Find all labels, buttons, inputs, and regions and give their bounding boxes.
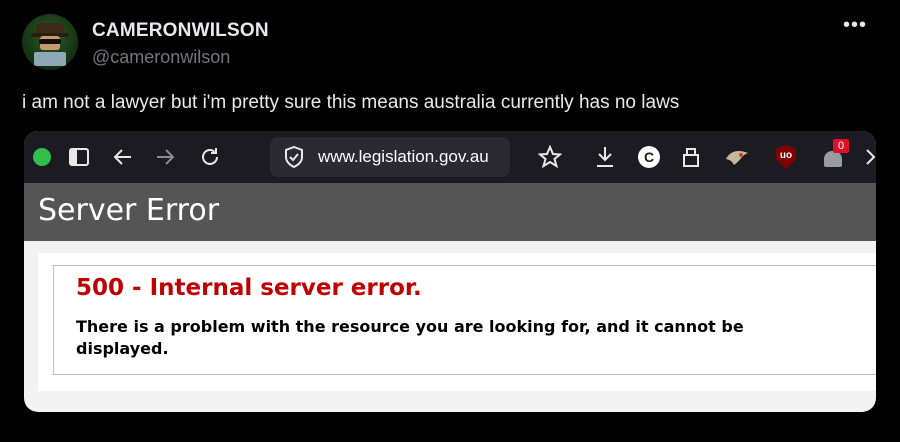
avatar-laptop — [34, 52, 66, 66]
ublock-icon[interactable]: uo — [776, 145, 796, 169]
sidebar-toggle-icon[interactable] — [68, 146, 90, 168]
browser-toolbar: www.legislation.gov.au C uo 0 — [24, 131, 876, 183]
download-icon[interactable] — [594, 145, 616, 169]
author-display-name[interactable]: CAMERONWILSON — [92, 20, 269, 42]
error-box: 500 - Internal server error. There is a … — [53, 265, 876, 375]
notification-icon[interactable] — [824, 151, 842, 167]
forward-arrow-icon[interactable] — [154, 146, 176, 168]
error-content: 500 - Internal server error. There is a … — [38, 253, 876, 391]
extension-c-icon[interactable]: C — [638, 146, 660, 168]
url-bar[interactable]: www.legislation.gov.au — [270, 137, 510, 177]
notification-count-badge: 0 — [833, 139, 849, 153]
bookmark-star-icon[interactable] — [538, 145, 562, 169]
error-code-title: 500 - Internal server error. — [76, 275, 422, 301]
tweet-text: i am not a lawyer but i'm pretty sure th… — [22, 92, 680, 113]
overflow-chevron-icon[interactable] — [864, 147, 876, 167]
attached-screenshot[interactable]: www.legislation.gov.au C uo 0 Server Err… — [24, 131, 876, 412]
more-options-icon[interactable]: ••• — [843, 14, 867, 37]
author-handle[interactable]: @cameronwilson — [92, 47, 230, 68]
avatar[interactable] — [22, 14, 78, 70]
extension-icon[interactable] — [724, 145, 750, 169]
reload-icon[interactable] — [198, 145, 222, 169]
avatar-glasses — [39, 39, 61, 44]
back-arrow-icon[interactable] — [112, 146, 134, 168]
page-title: Server Error — [38, 193, 220, 228]
page-header: Server Error — [24, 183, 876, 241]
shield-icon[interactable] — [284, 146, 304, 168]
share-icon[interactable] — [680, 145, 702, 169]
profile-dot-icon — [33, 148, 51, 166]
error-description: There is a problem with the resource you… — [76, 317, 744, 358]
url-text[interactable]: www.legislation.gov.au — [318, 147, 489, 167]
